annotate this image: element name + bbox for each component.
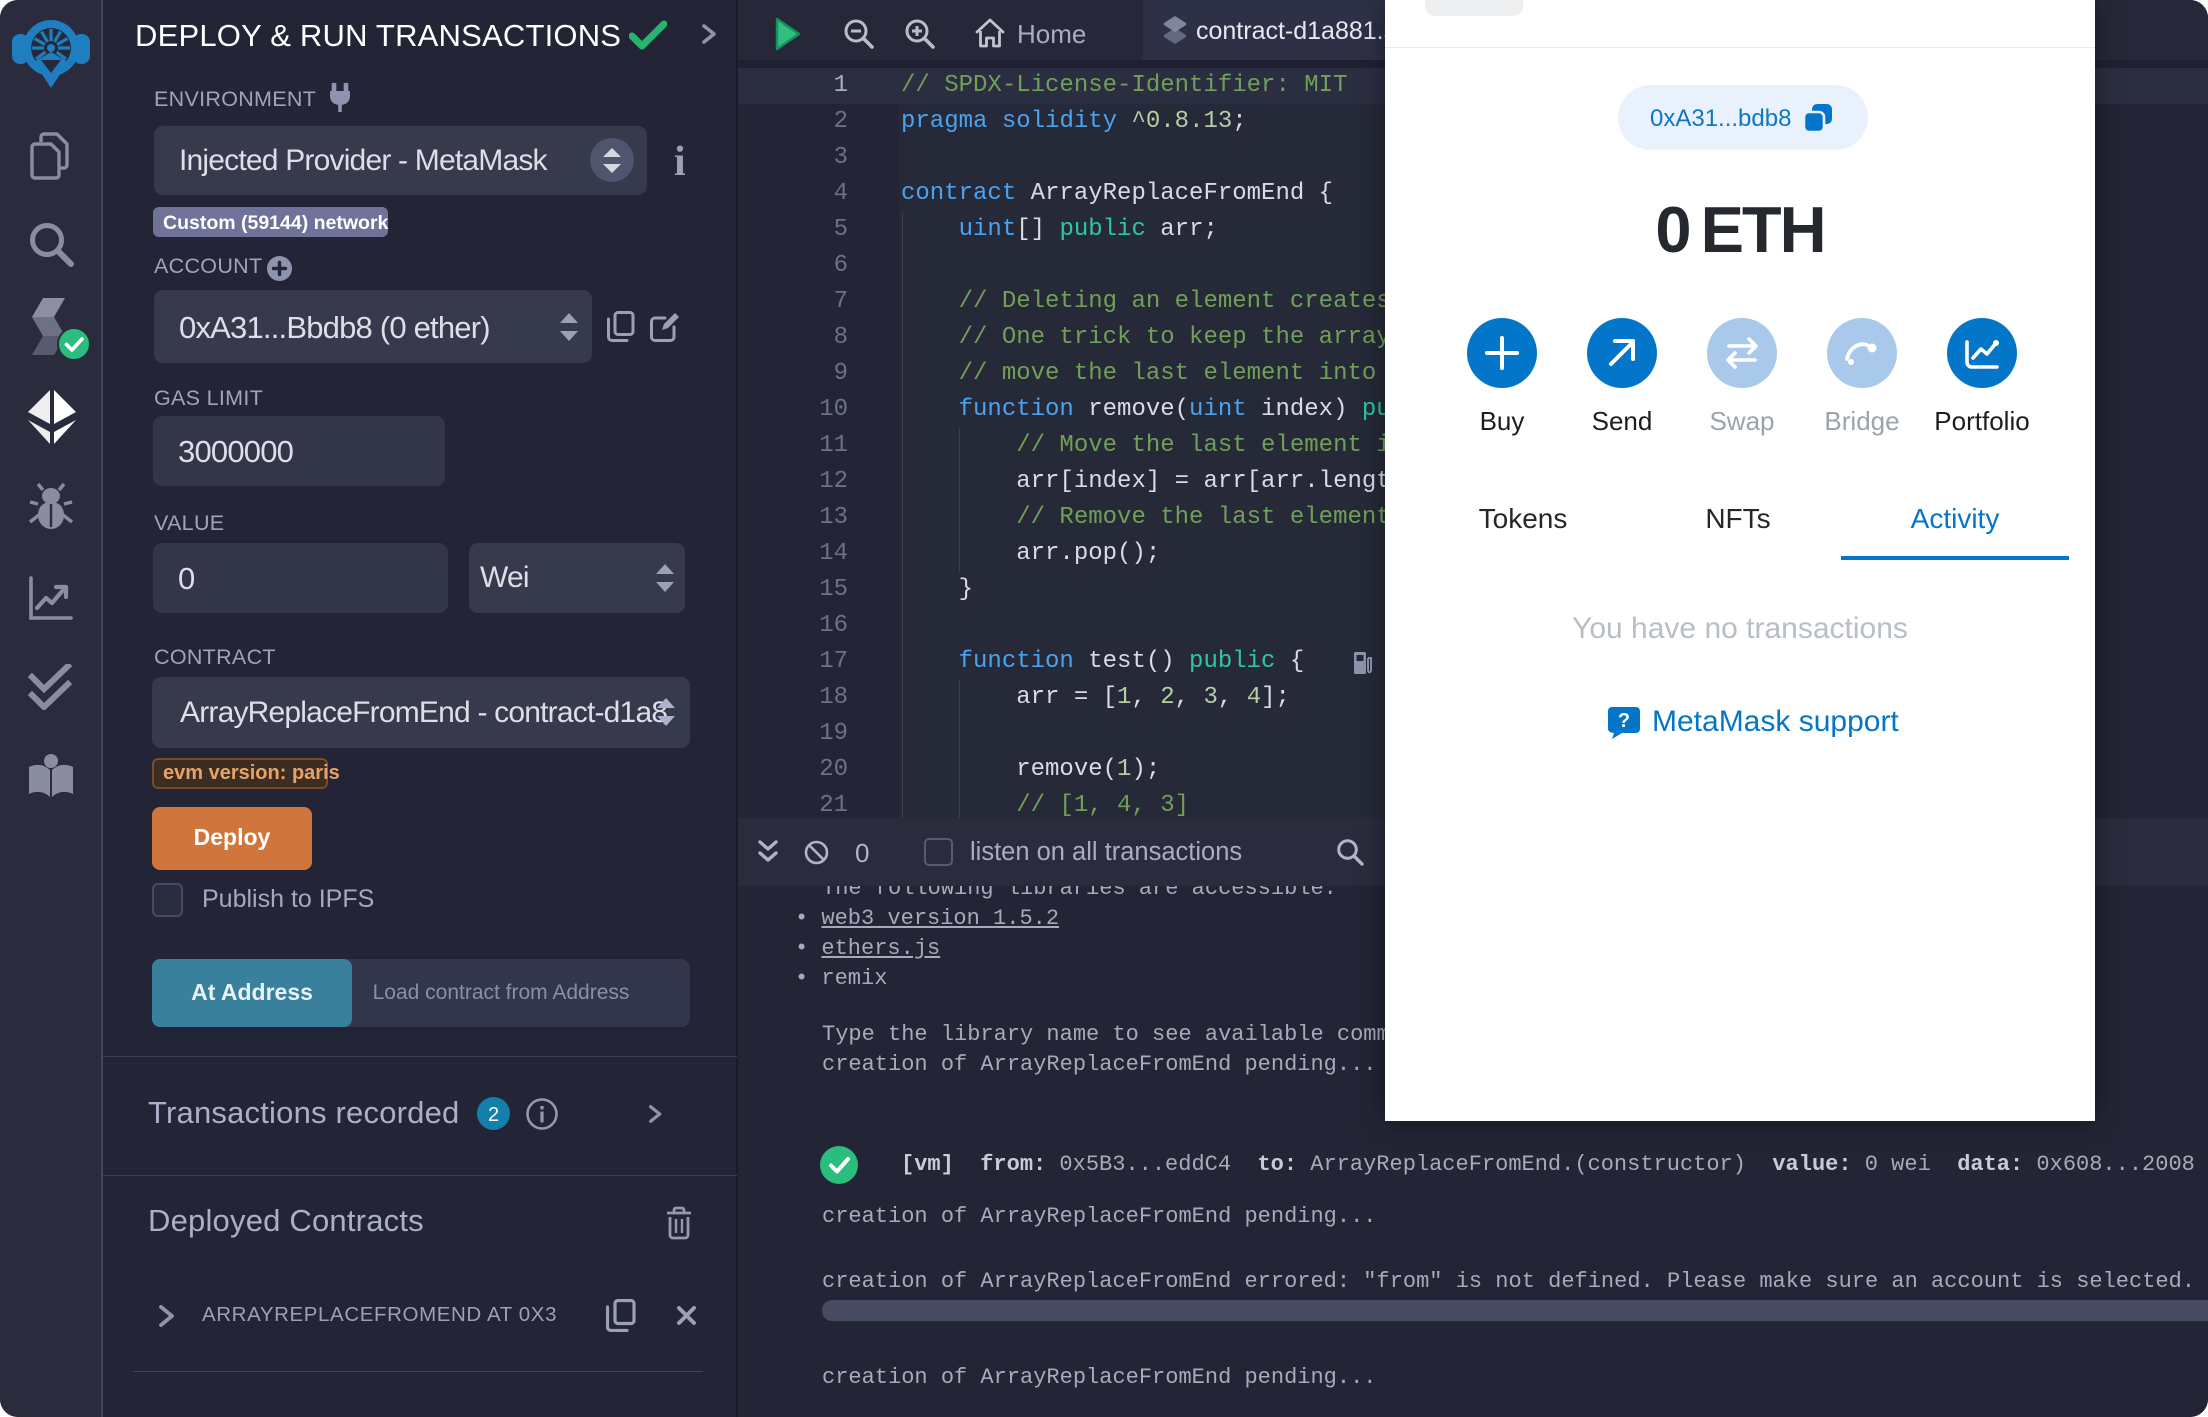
svg-text:?: ?	[1618, 710, 1630, 732]
